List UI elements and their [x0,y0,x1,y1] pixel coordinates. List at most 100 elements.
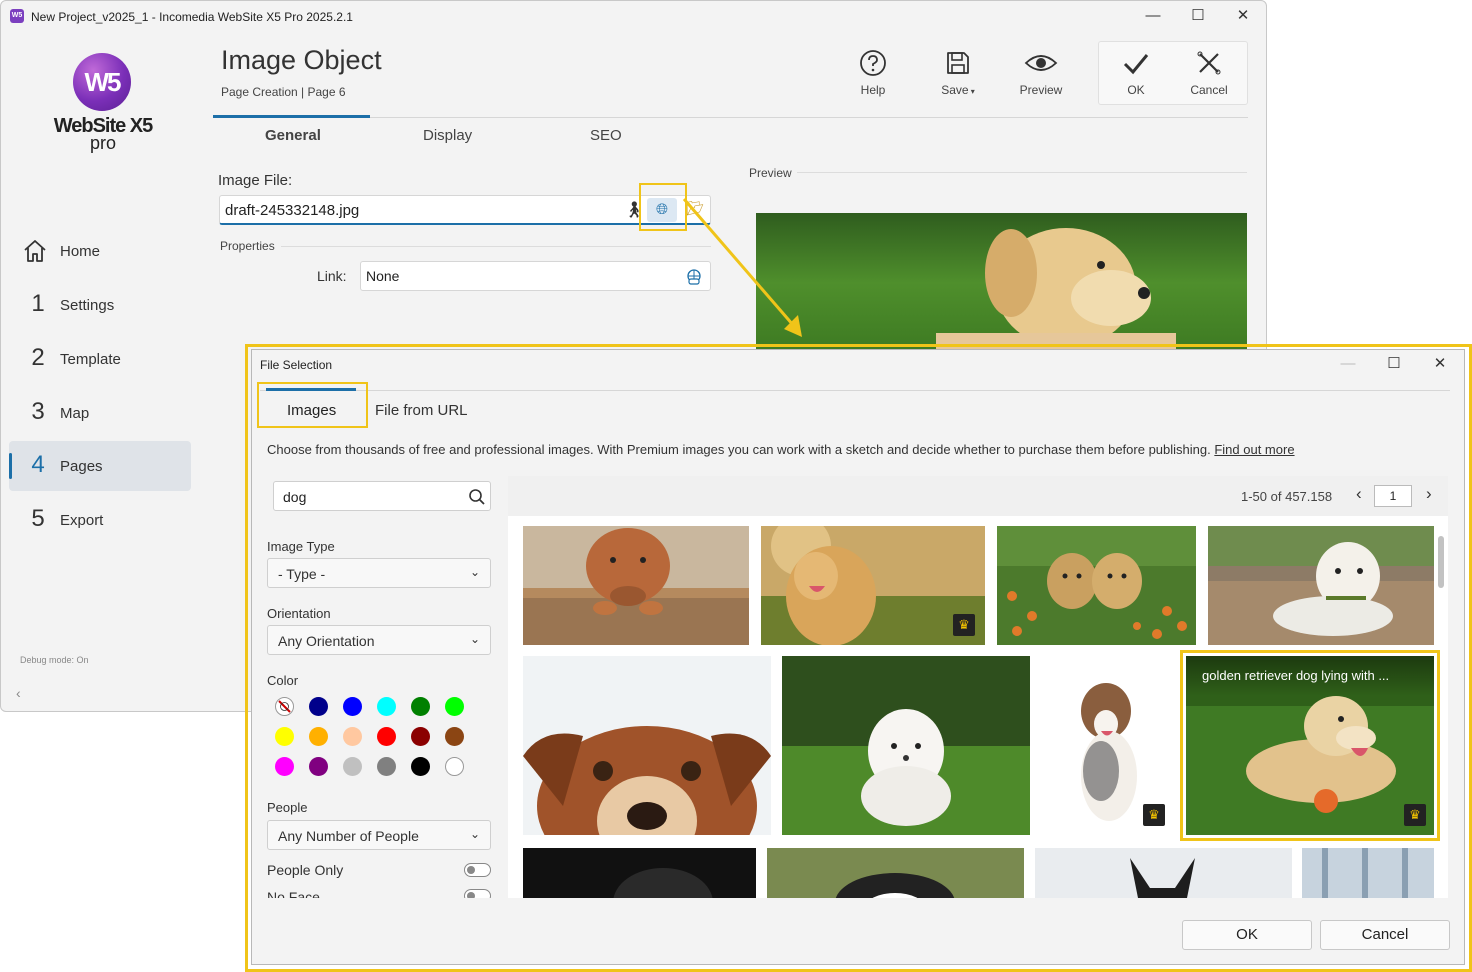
color-swatch-red[interactable] [377,727,396,746]
results-area: 1-50 of 457.158 ‹ 1 › ♛ ♛ golden retriev… [508,476,1448,898]
active-indicator [9,453,12,479]
color-swatch-purple[interactable] [309,757,328,776]
search-value: dog [283,489,307,505]
help-button[interactable]: Help [843,49,903,97]
logo-edition: pro [89,133,116,153]
image-thumbnail[interactable] [523,526,749,645]
tab-display[interactable]: Display [423,127,472,144]
tab-file-from-url[interactable]: File from URL [375,402,468,419]
color-swatch-orange[interactable] [309,727,328,746]
sidebar-item-label: Map [60,405,90,422]
maximize-button[interactable]: ☐ [1176,5,1220,29]
tab-seo[interactable]: SEO [590,127,622,144]
color-swatch-silver[interactable] [343,757,362,776]
no-face-toggle[interactable] [464,889,491,898]
orientation-label: Orientation [267,606,331,621]
help-icon [860,50,886,76]
sidebar-item-number: 3 [31,398,45,425]
logo-mark: W5 [73,53,131,111]
image-thumbnail[interactable]: ♛ [761,526,985,645]
image-thumbnail[interactable] [767,848,1024,898]
link-field[interactable]: None [360,261,711,291]
people-only-label: People Only [267,862,344,878]
ok-button[interactable]: OK [1106,49,1166,97]
color-swatch-gray[interactable] [377,757,396,776]
color-swatch-cyan[interactable] [377,697,396,716]
collapse-sidebar-icon[interactable]: ‹ [16,685,21,701]
search-icon[interactable] [468,488,486,506]
preview-label: Preview [749,166,792,180]
premium-crown-icon: ♛ [953,614,975,636]
no-face-label: No Face [267,889,320,898]
scrollbar-thumb[interactable] [1438,536,1444,588]
sidebar-item-pages[interactable]: 4 Pages [9,441,191,491]
color-swatch-brown[interactable] [445,727,464,746]
color-swatch-blue[interactable] [343,697,362,716]
orientation-value: Any Orientation [278,633,375,649]
cancel-button[interactable]: Cancel [1179,49,1239,97]
color-swatch-maroon[interactable] [411,727,430,746]
chevron-down-icon: ⌄ [469,632,480,646]
image-thumbnail[interactable] [1208,526,1434,645]
ok-label: OK [1127,83,1145,97]
people-dropdown[interactable]: Any Number of People ⌄ [267,820,491,850]
preview-button[interactable]: Preview [1011,49,1071,97]
check-icon [1123,54,1149,75]
color-swatch-navy[interactable] [309,697,328,716]
highlight-selected-image [1180,650,1440,841]
color-swatch-yellow[interactable] [275,727,294,746]
sidebar-item-settings[interactable]: 1 Settings [9,280,191,330]
sidebar-item-label: Export [60,512,104,529]
dialog-maximize-button[interactable]: ☐ [1372,353,1416,377]
dialog-header-divider [260,390,1450,391]
sidebar-item-label: Settings [60,297,115,314]
save-button[interactable]: Save ▾ [928,49,988,97]
image-thumbnail[interactable]: ♛ [1041,656,1175,835]
minimize-button[interactable]: — [1131,5,1175,29]
color-swatch-black[interactable] [411,757,430,776]
image-file-input[interactable]: draft-245332148.jpg 🚶︎ 🌐︎ 📂︎ [219,195,711,225]
image-thumbnail[interactable] [1302,848,1434,898]
image-thumbnail[interactable] [1035,848,1292,898]
image-type-dropdown[interactable]: - Type - ⌄ [267,558,491,588]
tab-general[interactable]: General [265,127,321,144]
sidebar-item-home[interactable]: Home [9,226,191,276]
close-button[interactable]: ✕ [1221,5,1265,29]
find-out-more-link[interactable]: Find out more [1214,442,1294,457]
sidebar-item-export[interactable]: 5 Export [9,495,191,545]
color-swatch-peach[interactable] [343,727,362,746]
results-header: 1-50 of 457.158 ‹ 1 › [508,476,1448,516]
sidebar-item-map[interactable]: 3 Map [9,388,191,438]
color-swatch-green[interactable] [411,697,430,716]
dialog-minimize-button[interactable]: — [1326,353,1370,377]
active-tab-underline [213,115,370,118]
image-thumbnail[interactable] [523,656,771,835]
premium-crown-icon: ♛ [1143,804,1165,826]
dialog-ok-button[interactable]: OK [1182,920,1312,950]
people-only-toggle[interactable] [464,863,491,877]
link-value: None [366,268,400,284]
next-page-icon[interactable]: › [1426,484,1432,504]
chevron-down-icon: ⌄ [469,827,480,841]
sidebar-item-number: 5 [31,505,45,532]
sidebar-item-number: 1 [31,290,45,317]
sidebar-item-template[interactable]: 2 Template [9,334,191,384]
search-input[interactable]: dog [273,481,491,511]
dialog-title: File Selection [260,358,333,372]
tab-images[interactable]: Images [287,402,336,419]
page-input[interactable]: 1 [1374,485,1412,507]
dialog-close-button[interactable]: ✕ [1418,353,1462,377]
color-swatch-lime[interactable] [445,697,464,716]
dialog-cancel-button[interactable]: Cancel [1320,920,1450,950]
image-thumbnail[interactable] [523,848,756,898]
home-icon [24,240,46,262]
prev-page-icon[interactable]: ‹ [1356,484,1362,504]
color-swatch-any[interactable] [275,697,294,716]
color-swatch-magenta[interactable] [275,757,294,776]
orientation-dropdown[interactable]: Any Orientation ⌄ [267,625,491,655]
preview-divider [797,172,1247,173]
image-type-label: Image Type [267,539,335,554]
image-thumbnail[interactable] [782,656,1030,835]
color-swatch-white[interactable] [445,757,464,776]
image-thumbnail[interactable] [997,526,1196,645]
